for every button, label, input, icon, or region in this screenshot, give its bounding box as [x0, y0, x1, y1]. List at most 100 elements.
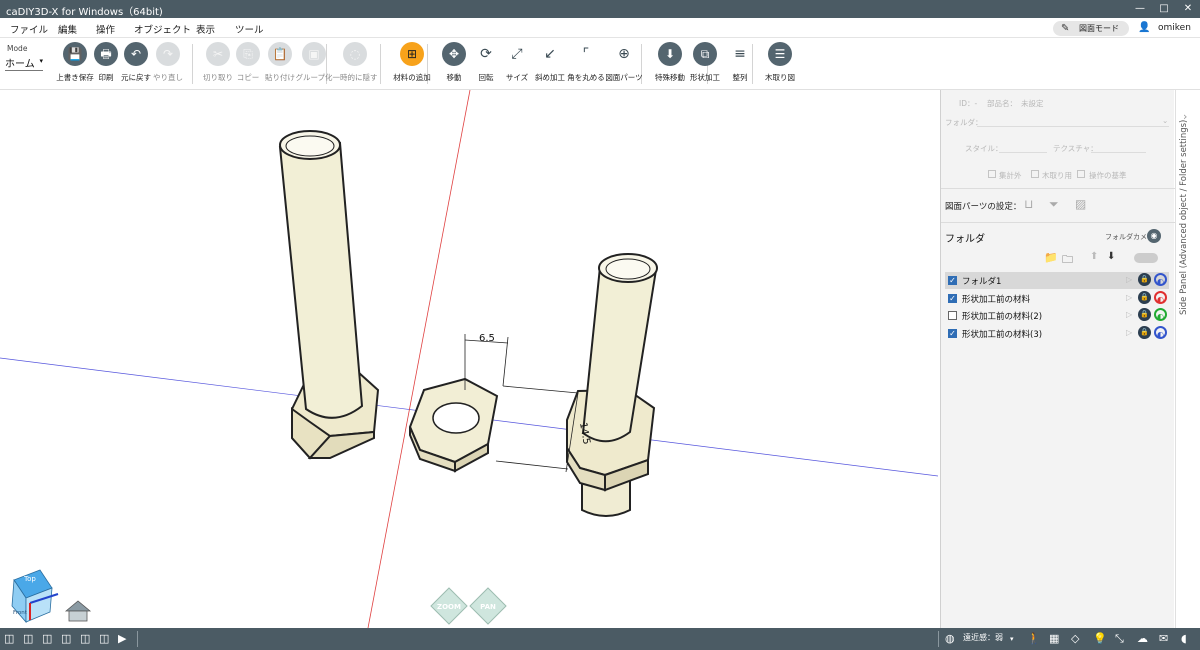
- drawing-parts-button[interactable]: ⊕ 図面パーツ: [601, 42, 647, 86]
- move-down-icon[interactable]: ⬇: [1107, 251, 1115, 262]
- globe-icon[interactable]: ◍: [945, 632, 955, 645]
- menu-edit[interactable]: 編集: [58, 22, 77, 36]
- folder-row[interactable]: ✓ 形状加工前の材料(3) ▷ 🔒 ◐: [945, 325, 1169, 342]
- part-name-label: 部品名：: [987, 99, 1017, 108]
- check-label-operation-base: 操作の基準: [1089, 171, 1127, 180]
- sound-icon[interactable]: ◖: [1181, 632, 1187, 645]
- image-icon[interactable]: ▨: [1075, 197, 1086, 211]
- status-bar: ◫ ◫ ◫ ◫ ◫ ◫ ▶ ◍ 遠近感：弱 ▾ 🚶 ▦ ◇ 💡 ⤡ ☁ ✉ ◖: [0, 628, 1200, 650]
- expand-arrow-icon[interactable]: ▷: [1126, 328, 1132, 337]
- divider: [941, 222, 1175, 223]
- maximize-button[interactable]: □: [1154, 2, 1174, 16]
- color-palette-icon[interactable]: ◐: [1154, 308, 1167, 321]
- minimize-button[interactable]: —: [1130, 2, 1150, 16]
- color-palette-icon[interactable]: ◐: [1154, 325, 1167, 339]
- folder-select[interactable]: [977, 126, 1169, 127]
- view-iso3-icon[interactable]: ◫: [80, 632, 90, 645]
- user-icon: 👤: [1138, 22, 1151, 33]
- color-palette-icon[interactable]: ◐: [1154, 290, 1167, 304]
- special-move-icon: ⬇: [658, 42, 682, 66]
- folder-toggle[interactable]: [1134, 253, 1158, 263]
- light-icon[interactable]: 💡: [1093, 632, 1107, 645]
- cut-list-button[interactable]: ☰ 木取り図: [757, 42, 803, 86]
- chat-icon[interactable]: ✉: [1159, 632, 1168, 645]
- texture-select[interactable]: [1091, 152, 1146, 153]
- menu-operation[interactable]: 操作: [96, 22, 115, 36]
- folder-visibility-checkbox[interactable]: ✓: [948, 328, 957, 338]
- view-cube[interactable]: Top Front: [11, 569, 59, 624]
- 3d-viewport[interactable]: 6.5 14.5 Top Front ZOOM PAN: [0, 90, 938, 628]
- divider: [941, 188, 1175, 189]
- perspective-select[interactable]: 遠近感：弱: [963, 632, 1003, 643]
- checkbox-cut-list[interactable]: [1031, 170, 1039, 178]
- menu-file[interactable]: ファイル: [10, 22, 48, 36]
- checkbox-exclude-total[interactable]: [988, 170, 996, 178]
- folder-row[interactable]: 形状加工前の材料(2) ▷ 🔒 ◐: [945, 307, 1169, 324]
- part-name-input[interactable]: 未設定: [1021, 98, 1044, 109]
- bolt-left[interactable]: [278, 130, 380, 460]
- style-select[interactable]: [999, 152, 1047, 153]
- view-iso4-icon[interactable]: ◫: [99, 632, 109, 645]
- bolt-right[interactable]: [566, 253, 658, 517]
- chevron-down-icon: ▾: [39, 57, 43, 65]
- measure-icon[interactable]: ⤡: [1115, 632, 1124, 646]
- zoom-control[interactable]: ZOOM: [430, 587, 468, 625]
- hide-button[interactable]: ◌ 一時的に隠す: [332, 42, 378, 86]
- menu-bar: ファイル 編集 操作 オブジェクト 表示 ツール: [0, 18, 1200, 38]
- close-button[interactable]: ✕: [1178, 2, 1198, 16]
- video-icon[interactable]: ▶: [118, 632, 126, 645]
- pan-control[interactable]: PAN: [469, 587, 507, 625]
- expand-arrow-icon[interactable]: ▷: [1126, 310, 1132, 319]
- view-side-icon[interactable]: ◫: [23, 632, 33, 645]
- home-view-icon[interactable]: [64, 600, 92, 622]
- folder-visibility-checkbox[interactable]: ✓: [948, 293, 957, 303]
- folder-name: 形状加工前の材料: [962, 294, 1031, 305]
- color-palette-icon[interactable]: ◐: [1154, 273, 1167, 286]
- expand-arrow-icon[interactable]: ▷: [1126, 293, 1132, 302]
- scene-canvas[interactable]: 6.5 14.5 Top Front ZOOM PAN: [0, 90, 938, 628]
- lock-icon[interactable]: 🔒: [1138, 325, 1151, 339]
- delete-folder-icon[interactable]: 🗀: [1062, 251, 1073, 270]
- view-iso2-icon[interactable]: ◫: [61, 632, 71, 645]
- drawing-mode-button[interactable]: ✎ 図面モード: [1053, 21, 1129, 36]
- lock-icon[interactable]: 🔒: [1138, 308, 1151, 321]
- lock-icon[interactable]: 🔒: [1138, 273, 1151, 286]
- add-material-icon: ⊞: [400, 42, 424, 66]
- side-panel: ID：- 部品名： 未設定 フォルダ： ⌄ スタイル： テクスチャ： 集計外 木…: [940, 90, 1175, 628]
- folder-visibility-checkbox[interactable]: [948, 311, 957, 320]
- ruler-icon[interactable]: ◇: [1071, 632, 1079, 645]
- add-material-button[interactable]: ⊞ 材料の追加: [389, 42, 435, 86]
- side-panel-tab-label: Side Panel (Advanced object / Folder set…: [1179, 119, 1189, 315]
- group-button[interactable]: ▣ グループ化: [291, 42, 337, 86]
- grid-icon[interactable]: ▦: [1049, 632, 1059, 645]
- funnel-icon[interactable]: ⏷: [1049, 197, 1059, 212]
- dimension-tool-icon[interactable]: ⊔: [1024, 197, 1033, 211]
- paste-icon: 📋: [268, 42, 292, 66]
- redo-button[interactable]: ↷ やり直し: [145, 42, 191, 86]
- y-axis-line: [367, 90, 471, 628]
- menu-tools[interactable]: ツール: [235, 22, 264, 36]
- mode-select[interactable]: ホーム ▾: [5, 55, 43, 71]
- window-title: caDIY3D-X for Windows（64bit): [6, 7, 163, 18]
- drawing-parts-setting-label: 図面パーツの設定：: [945, 202, 1022, 212]
- expand-arrow-icon[interactable]: ▷: [1126, 275, 1132, 284]
- new-folder-icon[interactable]: 📁: [1044, 251, 1058, 264]
- nut-center[interactable]: [408, 377, 499, 473]
- toolbar-button-label: 材料の追加: [393, 73, 431, 82]
- camera-icon[interactable]: ◉: [1147, 229, 1161, 243]
- toolbar-button-label: 木取り図: [765, 73, 795, 82]
- menu-object[interactable]: オブジェクト: [134, 22, 191, 36]
- folder-row[interactable]: ✓ フォルダ1 ▷ 🔒 ◐: [945, 272, 1169, 289]
- cloud-icon[interactable]: ☁: [1137, 632, 1148, 645]
- walk-icon[interactable]: 🚶: [1027, 632, 1041, 645]
- chevron-down-icon: ⌄: [1162, 116, 1169, 125]
- menu-view[interactable]: 表示: [196, 22, 215, 36]
- folder-row[interactable]: ✓ 形状加工前の材料 ▷ 🔒 ◐: [945, 290, 1169, 307]
- folder-visibility-checkbox[interactable]: ✓: [948, 276, 957, 285]
- side-panel-tab[interactable]: › Side Panel (Advanced object / Folder s…: [1175, 90, 1200, 628]
- view-iso-icon[interactable]: ◫: [42, 632, 52, 645]
- checkbox-operation-base[interactable]: [1077, 170, 1085, 178]
- lock-icon[interactable]: 🔒: [1138, 290, 1151, 304]
- move-up-icon[interactable]: ⬆: [1090, 251, 1098, 262]
- view-front-icon[interactable]: ◫: [4, 632, 14, 645]
